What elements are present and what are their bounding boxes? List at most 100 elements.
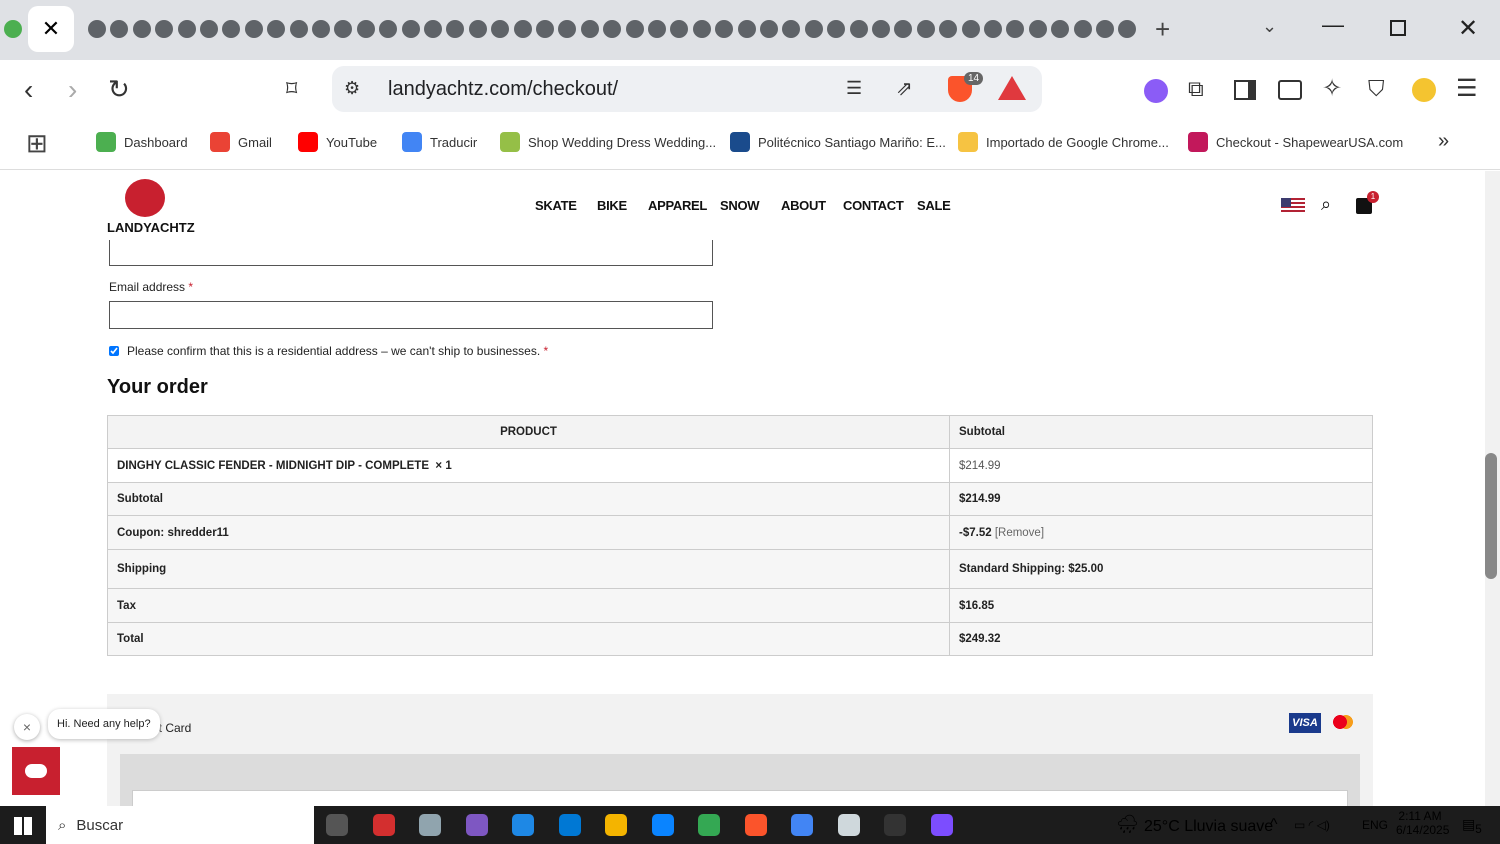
tab-favicon[interactable]: [580, 20, 599, 38]
tab-favicon[interactable]: [737, 20, 756, 38]
nav-apparel[interactable]: APPAREL: [648, 198, 707, 213]
tab-favicon[interactable]: [177, 20, 196, 38]
tab-favicon[interactable]: [289, 20, 308, 38]
more-bookmarks-icon[interactable]: »: [1438, 130, 1449, 153]
bookmark-item[interactable]: Importado de Google Chrome...: [958, 132, 1169, 152]
shipping-option[interactable]: Standard Shipping: $25.00: [949, 549, 1373, 589]
weather-text[interactable]: 25°C Lluvia suave: [1144, 818, 1273, 836]
tab-favicon[interactable]: [536, 20, 554, 38]
copilot-icon[interactable]: [465, 814, 488, 836]
brave-rewards-icon[interactable]: [998, 76, 1026, 100]
tab-favicon[interactable]: [872, 20, 890, 38]
chrome-profile-icon[interactable]: [791, 814, 813, 836]
scrollbar[interactable]: [1485, 171, 1500, 806]
tab-favicon[interactable]: [1028, 20, 1047, 38]
landyachtz-logo[interactable]: [125, 179, 165, 217]
tray-chevron-icon[interactable]: ^: [1270, 816, 1278, 834]
residential-checkbox[interactable]: [109, 346, 119, 356]
tab-favicon[interactable]: [200, 20, 218, 38]
restore-button[interactable]: [1390, 20, 1406, 36]
tab-favicon[interactable]: [1096, 20, 1114, 38]
share-icon[interactable]: ⇗: [896, 76, 913, 101]
tab-favicon[interactable]: [916, 20, 935, 38]
tab-favicon[interactable]: [1073, 20, 1092, 38]
chrome-icon[interactable]: [698, 814, 720, 836]
tab-favicon[interactable]: [692, 20, 711, 38]
tab-favicon[interactable]: [4, 20, 22, 38]
proton-vpn-icon[interactable]: [930, 814, 953, 836]
tab-favicon[interactable]: [312, 20, 330, 38]
bookmark-item[interactable]: Politécnico Santiago Mariño: E...: [730, 132, 946, 152]
tab-favicon[interactable]: [648, 20, 666, 38]
bookmark-item[interactable]: Checkout - ShapewearUSA.com: [1188, 132, 1403, 152]
new-tab-button[interactable]: +: [1155, 14, 1170, 45]
tab-favicon[interactable]: [961, 20, 980, 38]
app-icon[interactable]: [884, 814, 906, 836]
chat-bubble[interactable]: Hi. Need any help?: [48, 709, 160, 739]
chat-button[interactable]: [12, 747, 60, 795]
tab-favicon[interactable]: [132, 20, 151, 38]
reader-mode-icon[interactable]: ☰: [846, 78, 862, 99]
notification-icon[interactable]: ▤5: [1462, 816, 1482, 836]
weather-icon[interactable]: 🌧: [1116, 814, 1139, 835]
profile-avatar[interactable]: [1412, 78, 1436, 102]
url-text[interactable]: landyachtz.com/checkout/: [388, 78, 618, 101]
bookmark-item[interactable]: Shop Wedding Dress Wedding...: [500, 132, 716, 152]
reload-button[interactable]: ↻: [108, 74, 130, 105]
bookmark-item[interactable]: Gmail: [210, 132, 272, 152]
remove-coupon-link[interactable]: [Remove]: [995, 527, 1044, 539]
calculator-icon[interactable]: [419, 814, 441, 836]
brand-name[interactable]: LANDYACHTZ: [107, 220, 195, 235]
vpn-icon[interactable]: ⛉: [1368, 76, 1385, 102]
extensions-icon[interactable]: ⧉: [1188, 76, 1204, 102]
close-tab-icon[interactable]: ✕: [42, 16, 60, 42]
site-settings-icon[interactable]: ⚙: [344, 78, 360, 99]
menu-icon[interactable]: ☰: [1456, 74, 1478, 103]
forward-button[interactable]: ›: [68, 74, 77, 106]
outlook-icon[interactable]: [558, 814, 581, 836]
tab-favicon[interactable]: [356, 20, 375, 38]
tab-favicon[interactable]: [468, 20, 487, 38]
tab-favicon[interactable]: [244, 20, 263, 38]
scrollbar-thumb[interactable]: [1485, 453, 1497, 579]
email-input[interactable]: [109, 301, 713, 329]
nav-sale[interactable]: SALE: [917, 198, 951, 213]
chat-close-button[interactable]: ×: [14, 714, 40, 740]
file-explorer-icon[interactable]: [605, 814, 627, 836]
tab-favicon[interactable]: [984, 20, 1002, 38]
clock[interactable]: 2:11 AM 6/14/2025: [1396, 809, 1449, 837]
bluetooth-icon[interactable]: [512, 814, 534, 836]
tab-favicon[interactable]: [804, 20, 823, 38]
nav-contact[interactable]: CONTACT: [843, 198, 904, 213]
task-view-icon[interactable]: [326, 814, 348, 836]
tab-favicon[interactable]: [625, 20, 644, 38]
bookmark-icon[interactable]: ⌑: [286, 76, 297, 102]
leo-ai-icon[interactable]: ✧: [1322, 74, 1342, 103]
us-flag-icon[interactable]: [1281, 198, 1305, 214]
nav-bike[interactable]: BIKE: [597, 198, 627, 213]
tab-favicon[interactable]: [760, 20, 778, 38]
app-icon[interactable]: [837, 814, 860, 836]
tab-favicon[interactable]: [401, 20, 420, 38]
tab-favicon[interactable]: [849, 20, 868, 38]
tray-icons[interactable]: ▭ ◜ ◁): [1294, 818, 1330, 832]
bookmark-item[interactable]: Dashboard: [96, 132, 188, 152]
search-icon[interactable]: ⌕: [1321, 194, 1331, 215]
opera-icon[interactable]: [372, 814, 395, 836]
back-button[interactable]: ‹: [24, 74, 33, 106]
extension-icon[interactable]: [1144, 79, 1168, 103]
apps-icon[interactable]: ⊞: [26, 128, 48, 159]
windows-start-icon[interactable]: [14, 817, 32, 835]
bookmark-item[interactable]: Traducir: [402, 132, 477, 152]
nav-about[interactable]: ABOUT: [781, 198, 826, 213]
previous-field-input[interactable]: [109, 240, 713, 266]
language-indicator[interactable]: ENG: [1362, 818, 1388, 832]
close-window-button[interactable]: ✕: [1458, 14, 1478, 43]
tab-favicon[interactable]: [424, 20, 442, 38]
brave-icon[interactable]: [744, 814, 767, 836]
active-tab[interactable]: ✕: [28, 6, 74, 52]
sidebar-icon[interactable]: [1234, 80, 1256, 100]
tab-search-icon[interactable]: ⌄: [1262, 16, 1277, 37]
nav-snow[interactable]: SNOW: [720, 198, 760, 213]
tab-favicon[interactable]: [88, 20, 106, 38]
